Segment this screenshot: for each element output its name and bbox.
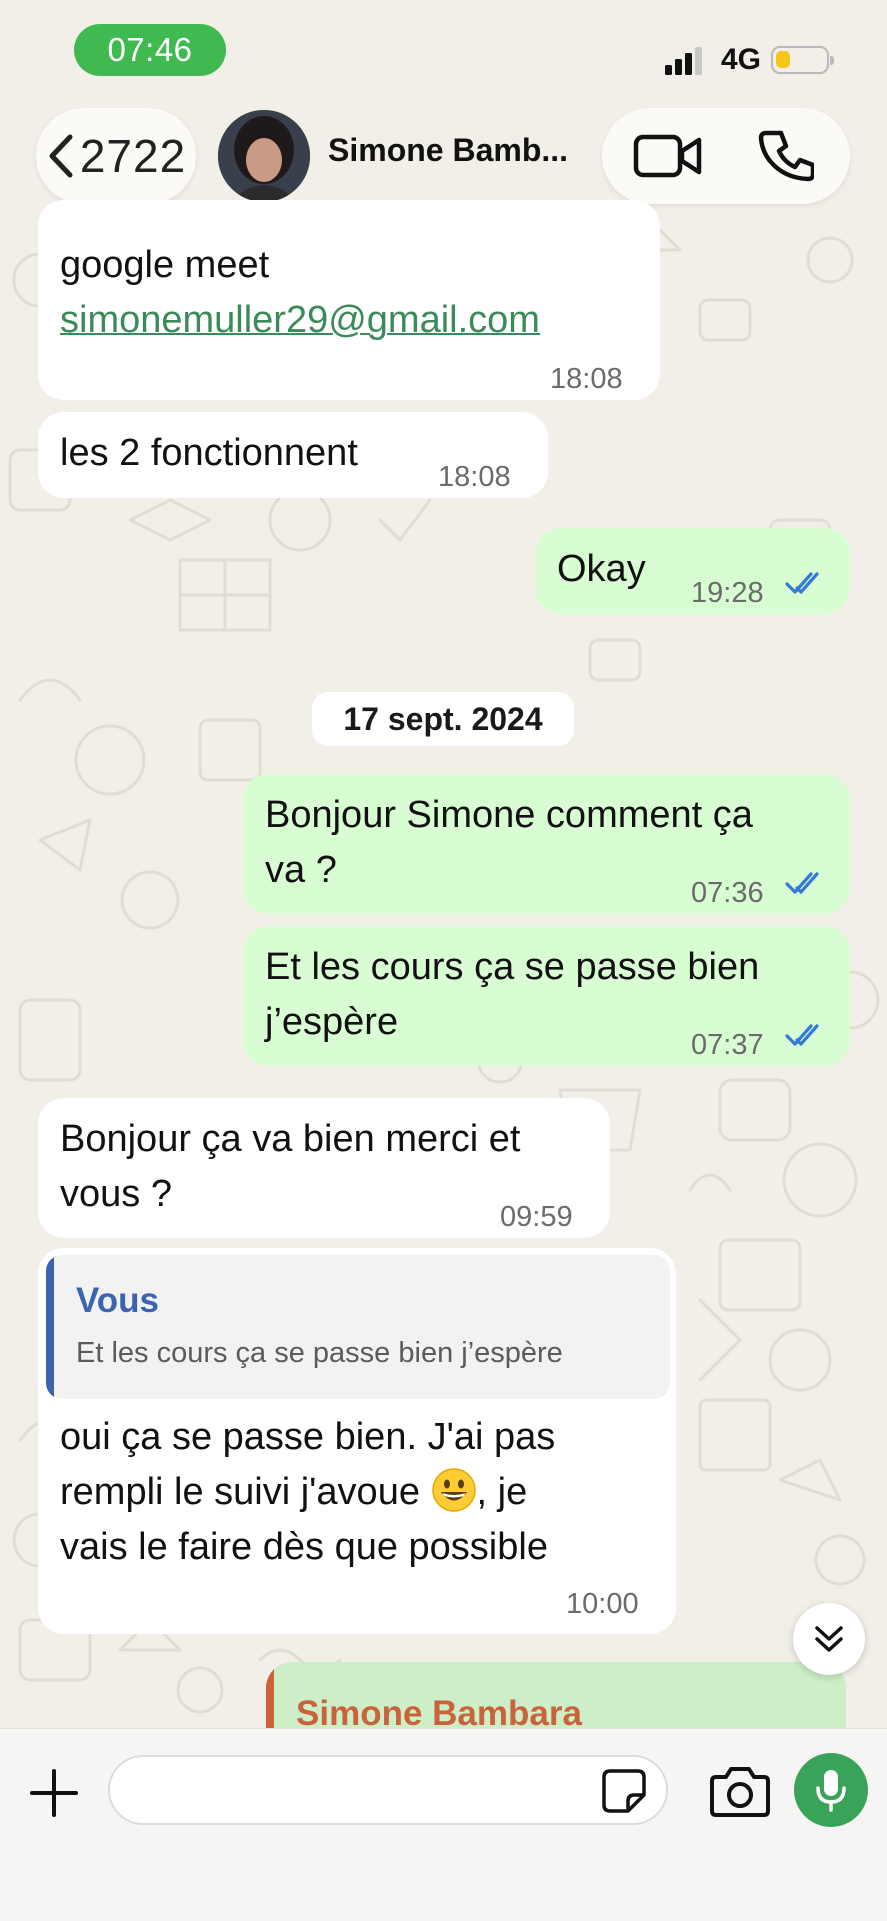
back-button[interactable]: 2722: [36, 108, 196, 204]
voice-call-button[interactable]: [746, 126, 826, 186]
message-text-line: Et les cours ça se passe bien: [265, 946, 760, 988]
message-time: 18:08: [438, 461, 511, 493]
microphone-icon: [816, 1770, 846, 1812]
reply-body: oui ça se passe bien. J'ai pas rempli le…: [60, 1410, 555, 1575]
message-bubble-incoming[interactable]: google meet simonemuller29@gmail.com 18:…: [38, 200, 660, 400]
camera-icon: [710, 1767, 770, 1817]
status-indicators: 4G: [664, 40, 834, 80]
chevron-left-icon: [49, 134, 73, 178]
phone-icon: [758, 130, 814, 182]
status-time: 07:46: [74, 24, 226, 76]
sticker-icon: [602, 1769, 646, 1813]
quote-bar: [46, 1255, 54, 1399]
message-text-line: va ?: [265, 849, 337, 891]
message-time: 18:08: [550, 363, 623, 395]
voice-message-button[interactable]: [794, 1753, 868, 1827]
quoted-message[interactable]: Vous Et les cours ça se passe bien j’esp…: [46, 1255, 670, 1399]
date-separator: 17 sept. 2024: [312, 692, 574, 746]
attach-button[interactable]: [24, 1763, 84, 1823]
battery-icon: [771, 46, 834, 74]
quote-author: Vous: [76, 1281, 159, 1320]
camera-button[interactable]: [708, 1763, 772, 1819]
sticker-button[interactable]: [600, 1767, 648, 1815]
message-time: 07:37: [691, 1029, 764, 1061]
message-time: 19:28: [691, 577, 764, 609]
unread-count: 2722: [79, 130, 187, 182]
message-text-fragment: rempli le suivi j'avoue: [60, 1471, 431, 1513]
message-text-line: vais le faire dès que possible: [60, 1526, 548, 1568]
message-bubble-outgoing[interactable]: Bonjour Simone comment ça va ? 07:36: [243, 774, 850, 914]
network-label: 4G: [720, 43, 761, 76]
message-time: 10:00: [566, 1588, 639, 1620]
call-actions: [602, 108, 850, 204]
video-call-button[interactable]: [628, 126, 708, 186]
signal-icon: [664, 47, 702, 75]
avatar[interactable]: [218, 110, 310, 202]
message-text: Okay: [557, 548, 646, 590]
battery-level: [776, 51, 790, 68]
message-text: google meet: [60, 244, 270, 286]
message-text-line: Bonjour ça va bien merci et: [60, 1118, 521, 1160]
plus-icon: [30, 1769, 78, 1817]
message-text-line: oui ça se passe bien. J'ai pas: [60, 1416, 556, 1458]
message-bubble-outgoing[interactable]: Et les cours ça se passe bien j’espère 0…: [243, 926, 850, 1066]
grinning-face-emoji: [431, 1467, 477, 1513]
message-bubble-incoming[interactable]: Bonjour ça va bien merci et vous ? 09:59: [38, 1098, 610, 1238]
read-ticks-icon: [785, 572, 819, 594]
scroll-to-bottom-button[interactable]: [793, 1603, 865, 1675]
message-time: 09:59: [500, 1201, 573, 1233]
message-bubble-incoming[interactable]: les 2 fonctionnent 18:08: [38, 412, 548, 498]
message-text: les 2 fonctionnent: [60, 432, 358, 474]
read-ticks-icon: [785, 872, 819, 894]
input-bar: [0, 1728, 887, 1921]
video-call-icon: [633, 134, 702, 178]
contact-name[interactable]: Simone Bamb...: [328, 132, 568, 169]
email-link[interactable]: simonemuller29@gmail.com: [60, 293, 540, 348]
avatar-photo: [218, 110, 310, 202]
message-time: 07:36: [691, 877, 764, 909]
message-text-fragment: , je: [476, 1471, 528, 1513]
message-input[interactable]: [108, 1755, 668, 1825]
read-ticks-icon: [785, 1024, 819, 1046]
message-text-line: Bonjour Simone comment ça: [265, 794, 753, 836]
message-text-line: vous ?: [60, 1173, 172, 1215]
message-bubble-outgoing[interactable]: Okay 19:28: [535, 528, 850, 614]
quote-text: Et les cours ça se passe bien j’espère: [76, 1337, 563, 1369]
double-chevron-down-icon: [815, 1626, 843, 1652]
message-text-line-with-emoji: rempli le suivi j'avoue , je: [60, 1465, 555, 1520]
message-text-line: j’espère: [265, 1001, 399, 1043]
